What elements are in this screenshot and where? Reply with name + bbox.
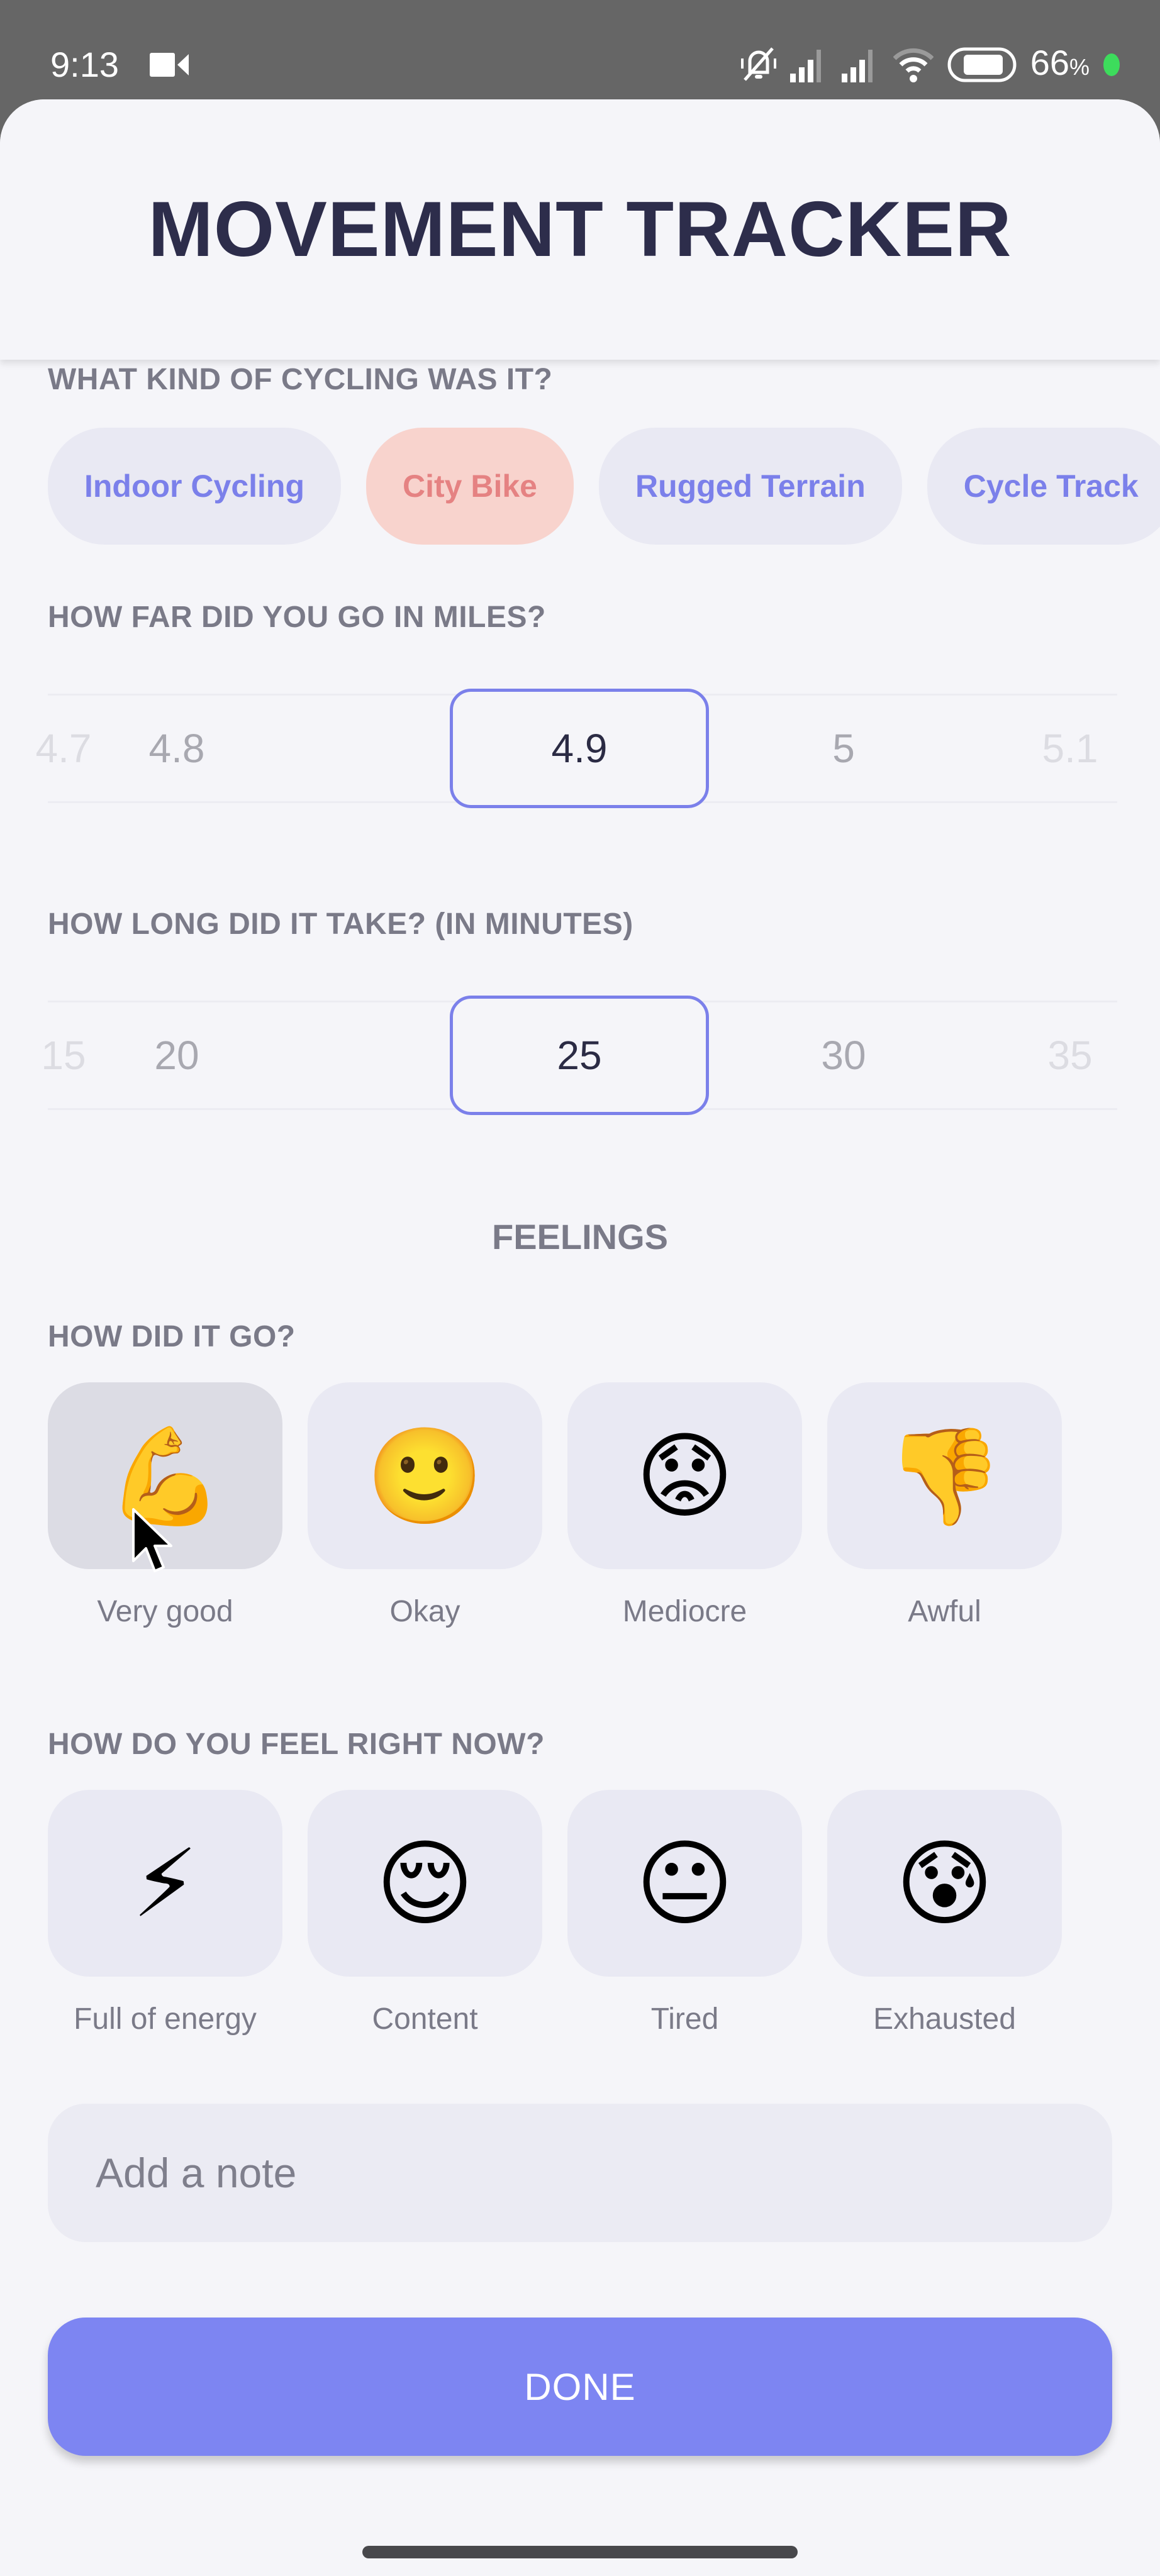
distance-picker[interactable]: 4.7 4.8 4.9 5 5.1 [36,689,1117,808]
done-button[interactable]: DONE [48,2318,1112,2456]
option-content[interactable]: 😌 Content [308,1790,542,2036]
option-exhausted[interactable]: 😰 Exhausted [827,1790,1062,2036]
duration-label: HOW LONG DID IT TAKE? (IN MINUTES) [48,908,633,941]
distance-option[interactable]: 5 [715,689,973,808]
option-label: Content [372,2002,478,2036]
worried-face-icon: 😟 [635,1423,734,1529]
option-awful[interactable]: 👎 Awful [827,1382,1062,1629]
thumbs-down-icon: 👎 [886,1423,1003,1529]
option-label: Mediocre [622,1595,747,1628]
option-okay[interactable]: 🙂 Okay [308,1382,542,1629]
anxious-sweat-face-icon: 😰 [895,1830,994,1936]
signal-icon [789,50,821,82]
option-full-of-energy[interactable]: ⚡ Full of energy [48,1790,282,2036]
option-label: Exhausted [873,2002,1016,2036]
chip-city-bike[interactable]: City Bike [366,428,574,545]
page-title: MOVEMENT TRACKER [148,186,1012,273]
chip-rugged-terrain[interactable]: Rugged Terrain [598,428,902,545]
option-label: Very good [97,1595,233,1628]
status-time: 9:13 [50,45,119,84]
feel-now-options: ⚡ Full of energy 😌 Content 😐 Tired 😰 Exh… [48,1790,1062,2036]
option-label: Okay [389,1595,460,1628]
battery-icon [947,47,1017,82]
distance-option[interactable]: 4.8 [48,689,306,808]
slightly-smiling-face-icon: 🙂 [366,1423,484,1529]
note-input[interactable] [48,2104,1112,2242]
status-bar: 9:13 66% [0,0,1160,101]
distance-option-selected[interactable]: 4.9 [450,689,709,808]
battery-percent: 66% [1030,42,1090,82]
bottom-sheet: MOVEMENT TRACKER WHAT KIND OF CYCLING WA… [0,99,1160,2576]
option-label: Tired [650,2002,719,2036]
chip-indoor-cycling[interactable]: Indoor Cycling [48,428,341,545]
feel-now-label: HOW DO YOU FEEL RIGHT NOW? [48,1728,545,1761]
relieved-face-icon: 😌 [376,1830,474,1936]
how-did-it-go-options: 💪 Very good 🙂 Okay 😟 Mediocre 👎 Awful [48,1382,1062,1629]
video-record-icon [150,53,189,77]
duration-option[interactable]: 30 [715,996,973,1115]
how-did-it-go-label: HOW DID IT GO? [48,1320,296,1353]
status-icons: 66% [740,42,1120,88]
feelings-section-title: FEELINGS [491,1217,669,1257]
wifi-icon [893,48,934,82]
header: MOVEMENT TRACKER [0,99,1160,360]
signal-icon [841,50,873,82]
duration-option-selected[interactable]: 25 [450,996,709,1115]
mouse-cursor-icon [132,1508,172,1572]
duration-option[interactable]: 20 [48,996,306,1115]
option-label: Full of energy [74,2002,257,2036]
chip-cycle-track[interactable]: Cycle Track [927,428,1160,545]
duration-option[interactable]: 35 [941,996,1160,1115]
lightning-icon: ⚡ [131,1830,199,1936]
home-indicator[interactable] [362,2546,798,2558]
cycling-type-chips: Indoor Cycling City Bike Rugged Terrain … [48,428,1160,545]
cycling-type-label: WHAT KIND OF CYCLING WAS IT? [48,363,553,396]
option-tired[interactable]: 😐 Tired [567,1790,802,2036]
option-label: Awful [908,1595,981,1628]
distance-label: HOW FAR DID YOU GO IN MILES? [48,601,546,634]
distance-option[interactable]: 5.1 [941,689,1160,808]
duration-picker[interactable]: 15 20 25 30 35 [41,996,1117,1115]
neutral-face-icon: 😐 [635,1830,734,1936]
option-very-good[interactable]: 💪 Very good [48,1382,282,1629]
privacy-dot-icon [1103,53,1120,76]
bell-muted-icon [740,47,776,81]
option-mediocre[interactable]: 😟 Mediocre [567,1382,802,1629]
